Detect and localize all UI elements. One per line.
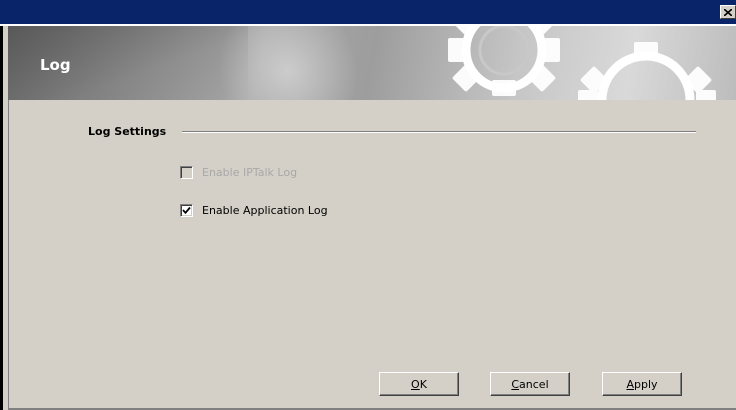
cancel-button[interactable]: Cancel	[490, 372, 570, 396]
ok-button[interactable]: OK	[379, 372, 459, 396]
enable-iptalk-log-checkbox[interactable]	[180, 166, 193, 179]
apply-button-label: pply	[634, 377, 658, 391]
enable-iptalk-log-option[interactable]: Enable IPTalk Log	[180, 166, 297, 179]
close-icon	[724, 8, 732, 16]
gears-icon	[448, 26, 716, 100]
section-divider	[182, 131, 696, 133]
window-frame-edge	[0, 26, 3, 410]
cancel-button-accelerator: C	[511, 377, 520, 391]
enable-application-log-label: Enable Application Log	[202, 204, 328, 217]
enable-iptalk-log-label: Enable IPTalk Log	[202, 166, 298, 179]
section-title: Log Settings	[88, 125, 167, 138]
apply-button[interactable]: Apply	[602, 372, 682, 396]
enable-application-log-checkbox[interactable]	[180, 204, 193, 217]
close-button[interactable]	[720, 5, 736, 19]
enable-application-log-option[interactable]: Enable Application Log	[180, 204, 328, 217]
cancel-button-label: ancel	[519, 377, 549, 391]
apply-button-accelerator: A	[626, 377, 634, 391]
banner-glow	[196, 26, 380, 100]
ok-button-label: K	[419, 377, 427, 391]
window-title-bar[interactable]	[0, 0, 736, 24]
checkmark-icon	[182, 206, 191, 215]
banner-title: Log	[40, 56, 71, 74]
header-banner: Log	[8, 26, 736, 100]
ok-button-accelerator: O	[411, 377, 420, 391]
